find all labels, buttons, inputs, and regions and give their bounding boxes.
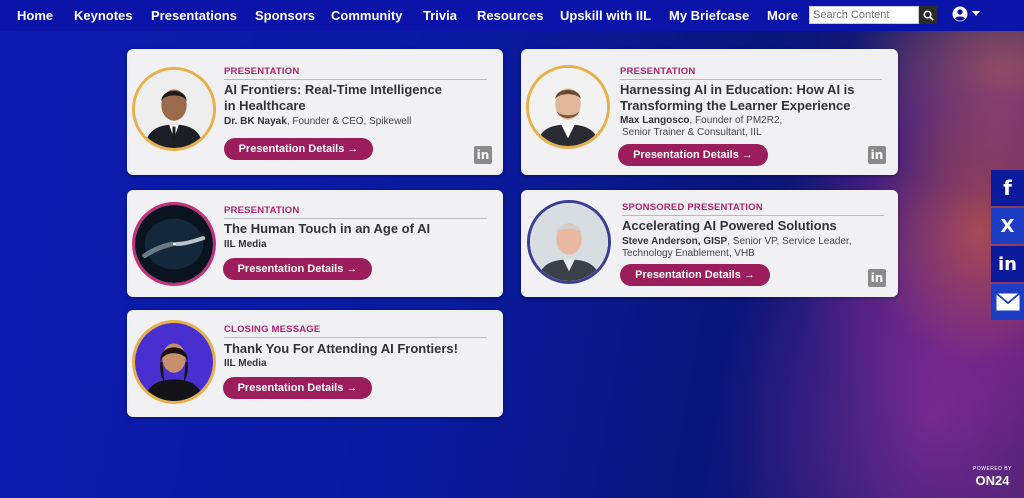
on24-brand: ON24 <box>975 473 1010 488</box>
speaker-info: IIL Media <box>224 358 267 370</box>
facebook-icon: f <box>1003 176 1012 200</box>
speaker-info: Max Langosco, Founder of PM2R2, <box>620 115 782 127</box>
divider <box>620 79 882 80</box>
card-type-label: PRESENTATION <box>224 66 300 77</box>
mail-icon <box>995 293 1020 311</box>
divider <box>622 215 884 216</box>
divider <box>224 218 487 219</box>
card-type-label: CLOSING MESSAGE <box>224 324 321 335</box>
speaker-avatar <box>132 202 216 286</box>
presentation-card: CLOSING MESSAGE Thank You For Attending … <box>127 310 503 417</box>
speaker-role: , Founder of PM2R2, <box>689 115 783 126</box>
speaker-name: IIL Media <box>224 358 267 369</box>
speaker-name: IIL Media <box>224 239 267 250</box>
speaker-role: , Senior VP, Service Leader, <box>727 236 852 247</box>
nav-more[interactable]: More <box>767 8 798 23</box>
card-type-label: PRESENTATION <box>620 66 696 77</box>
divider <box>224 337 487 338</box>
speaker-info: Dr. BK Nayak, Founder & CEO, Spikewell <box>224 116 411 128</box>
speaker-name: Dr. BK Nayak <box>224 116 287 127</box>
card-title: AI Frontiers: Real-Time Intelligence <box>224 82 442 97</box>
nav-upskill[interactable]: Upskill with IIL <box>560 8 651 23</box>
facebook-share-button[interactable]: f <box>991 170 1024 206</box>
user-icon <box>952 6 968 22</box>
card-title: in Healthcare <box>224 98 306 113</box>
presentation-card: PRESENTATION Harnessing AI in Education:… <box>521 49 898 175</box>
nav-home[interactable]: Home <box>17 8 53 23</box>
card-title: Harnessing AI in Education: How AI is <box>620 82 855 97</box>
card-title: The Human Touch in an Age of AI <box>224 221 431 236</box>
card-type-label: PRESENTATION <box>224 205 300 216</box>
presentation-card: SPONSORED PRESENTATION Accelerating AI P… <box>521 190 898 297</box>
speaker-role: , Founder & CEO, Spikewell <box>286 116 412 127</box>
card-title: Thank You For Attending AI Frontiers! <box>224 341 458 356</box>
presentation-details-button[interactable]: Presentation Details → <box>618 144 768 166</box>
presentation-details-button[interactable]: Presentation Details → <box>223 377 372 399</box>
search-icon <box>923 10 934 21</box>
nav-resources[interactable]: Resources <box>477 8 543 23</box>
nav-presentations[interactable]: Presentations <box>151 8 237 23</box>
nav-my-briefcase[interactable]: My Briefcase <box>669 8 749 23</box>
divider <box>224 79 487 80</box>
presentation-details-button[interactable]: Presentation Details → <box>620 264 770 286</box>
speaker-avatar <box>132 67 216 151</box>
speaker-name: Steve Anderson, GISP <box>622 236 728 247</box>
presentation-card: PRESENTATION The Human Touch in an Age o… <box>127 190 503 297</box>
top-navbar: Home Keynotes Presentations Sponsors Com… <box>0 0 1024 31</box>
speaker-info: IIL Media <box>224 239 267 251</box>
user-menu-button[interactable] <box>952 6 980 22</box>
x-icon: X <box>1000 215 1015 237</box>
presentation-details-button[interactable]: Presentation Details → <box>224 138 373 160</box>
linkedin-share-icon: in <box>998 253 1017 275</box>
chevron-down-icon <box>972 11 980 16</box>
speaker-info: Steve Anderson, GISP, Senior VP, Service… <box>622 236 852 248</box>
email-share-button[interactable] <box>991 284 1024 320</box>
speaker-avatar <box>526 65 610 149</box>
search-button[interactable] <box>919 6 937 24</box>
speaker-avatar <box>527 200 611 284</box>
nav-trivia[interactable]: Trivia <box>423 8 457 23</box>
powered-by-logo: POWERED BY ON24 <box>973 466 1012 490</box>
nav-sponsors[interactable]: Sponsors <box>255 8 315 23</box>
powered-by-text: POWERED BY <box>973 466 1012 472</box>
speaker-role-line2: Technology Enablement, VHB <box>622 248 755 259</box>
x-share-button[interactable]: X <box>991 208 1024 244</box>
card-title: Transforming the Learner Experience <box>620 98 851 113</box>
nav-keynotes[interactable]: Keynotes <box>74 8 133 23</box>
linkedin-icon[interactable]: in <box>868 269 886 287</box>
search-input[interactable] <box>809 6 919 24</box>
nav-community[interactable]: Community <box>331 8 403 23</box>
linkedin-share-button[interactable]: in <box>991 246 1024 282</box>
speaker-role-line2: Senior Trainer & Consultant, IIL <box>622 127 762 138</box>
speaker-avatar <box>132 320 216 404</box>
card-title: Accelerating AI Powered Solutions <box>622 218 837 233</box>
speaker-name: Max Langosco <box>620 115 690 126</box>
presentation-details-button[interactable]: Presentation Details → <box>223 258 372 280</box>
card-type-label: SPONSORED PRESENTATION <box>622 202 763 213</box>
linkedin-icon[interactable]: in <box>868 146 886 164</box>
linkedin-icon[interactable]: in <box>474 146 492 164</box>
presentation-card: PRESENTATION AI Frontiers: Real-Time Int… <box>127 49 503 175</box>
